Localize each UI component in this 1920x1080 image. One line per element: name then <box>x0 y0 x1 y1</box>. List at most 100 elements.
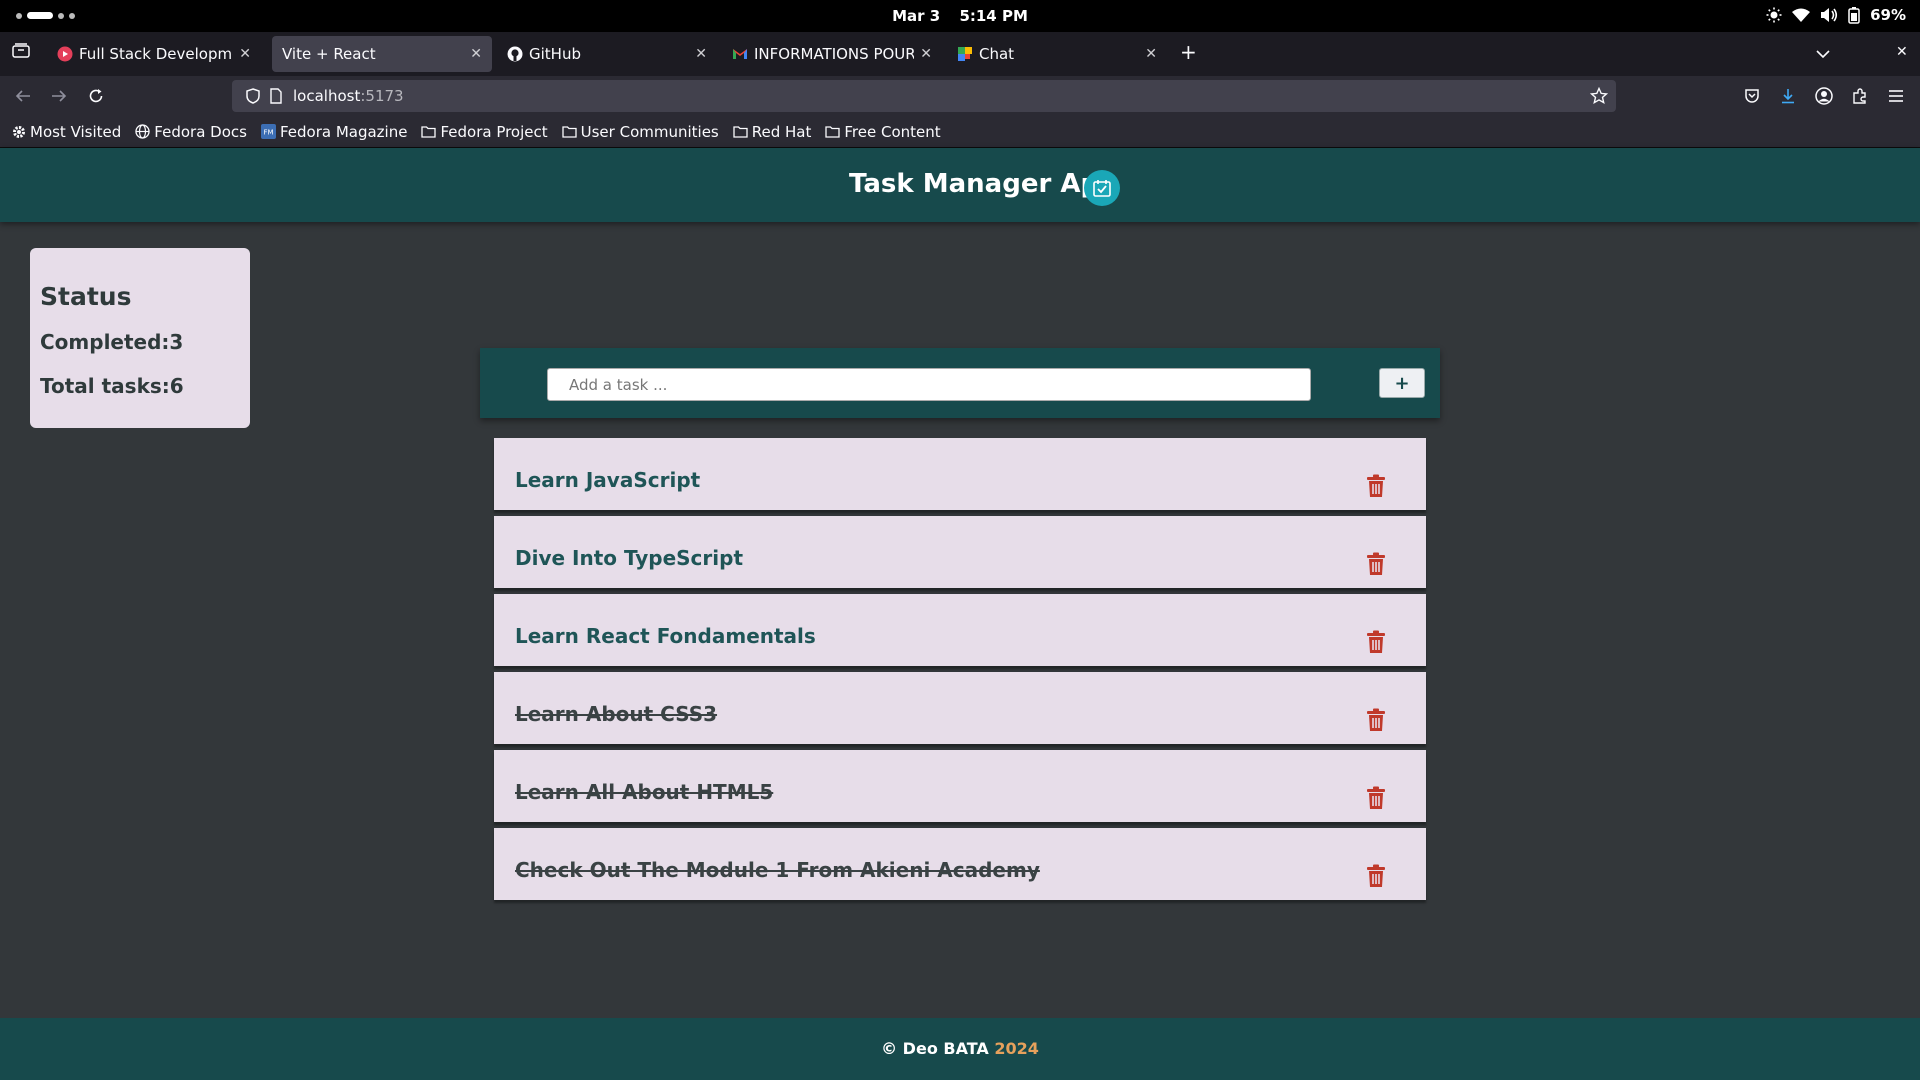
close-tab-icon[interactable]: ✕ <box>1145 46 1157 62</box>
close-tab-icon[interactable]: ✕ <box>695 46 707 62</box>
gmail-favicon-icon <box>732 46 748 62</box>
hamburger-menu-icon[interactable] <box>1885 85 1907 107</box>
close-window-icon[interactable]: ✕ <box>1896 44 1908 60</box>
bookmark-most-visited[interactable]: Most Visited <box>12 123 121 141</box>
bookmark-star-icon[interactable] <box>1589 86 1609 109</box>
footer-copyright: © Deo BATA <box>881 1039 989 1058</box>
wifi-icon <box>1792 8 1811 23</box>
browser-tab-strip: Full Stack Development S ✕ Vite + React … <box>0 32 1920 76</box>
folder-icon <box>561 125 577 138</box>
add-task-bar: + <box>480 348 1440 418</box>
task-item[interactable]: Dive Into TypeScript <box>494 516 1426 588</box>
github-favicon-icon <box>507 46 523 62</box>
task-text[interactable]: Learn JavaScript <box>515 468 700 492</box>
delete-trash-icon[interactable] <box>1366 708 1386 732</box>
app-title: Task Manager App <box>849 169 1118 199</box>
extensions-icon[interactable] <box>1849 85 1871 107</box>
bookmark-fedora-project[interactable]: Fedora Project <box>421 122 548 141</box>
bookmark-user-communities[interactable]: User Communities <box>561 123 719 141</box>
task-item[interactable]: Learn React Fondamentals <box>494 594 1426 666</box>
delete-trash-icon[interactable] <box>1366 552 1386 576</box>
tab-vite-react[interactable]: Vite + React ✕ <box>272 36 492 72</box>
battery-icon <box>1848 6 1860 24</box>
folder-icon <box>421 125 437 138</box>
task-text[interactable]: Check Out The Module 1 From Akieni Acade… <box>515 858 1040 882</box>
tab-github[interactable]: GitHub ✕ <box>497 36 717 72</box>
task-text[interactable]: Learn React Fondamentals <box>515 624 816 648</box>
url-bar[interactable]: localhost:5173 <box>232 80 1616 112</box>
task-text[interactable]: Learn All About HTML5 <box>515 780 773 804</box>
task-text[interactable]: Learn About CSS3 <box>515 702 717 726</box>
close-tab-icon[interactable]: ✕ <box>920 46 932 62</box>
close-tab-icon[interactable]: ✕ <box>239 46 251 62</box>
tab-label: Chat <box>979 45 1015 63</box>
task-item[interactable]: Learn JavaScript <box>494 438 1426 510</box>
app-footer: © Deo BATA 2024 <box>0 1018 1920 1080</box>
tab-label: INFORMATIONS POUR LE <box>754 45 915 63</box>
page-info-icon[interactable] <box>270 88 282 108</box>
back-arrow-icon[interactable] <box>12 85 34 107</box>
add-task-input[interactable] <box>547 368 1311 401</box>
completed-count: Completed:3 <box>40 330 184 354</box>
google-chat-favicon-icon <box>957 46 973 62</box>
youtube-favicon-icon <box>57 46 73 62</box>
clock[interactable]: Mar 3 5:14 PM <box>0 7 1920 25</box>
close-tab-icon[interactable]: ✕ <box>470 46 482 62</box>
new-tab-plus-icon[interactable]: + <box>1180 40 1197 64</box>
tab-label: Vite + React <box>282 45 376 63</box>
url-host: localhost <box>293 87 361 105</box>
bookmark-fedora-docs[interactable]: Fedora Docs <box>135 123 247 141</box>
bookmark-fedora-magazine[interactable]: FM Fedora Magazine <box>260 122 408 141</box>
url-text: localhost:5173 <box>293 87 404 105</box>
bookmark-label: Most Visited <box>30 122 122 141</box>
add-task-button[interactable]: + <box>1379 368 1425 398</box>
fm-icon: FM <box>260 124 276 139</box>
delete-trash-icon[interactable] <box>1366 630 1386 654</box>
clock-time: 5:14 PM <box>959 7 1028 25</box>
gear-icon <box>12 125 26 139</box>
tab-chat[interactable]: Chat ✕ <box>947 36 1167 72</box>
footer-year: 2024 <box>994 1039 1039 1058</box>
account-icon[interactable] <box>1813 85 1835 107</box>
tab-label: Full Stack Development S <box>79 45 233 63</box>
url-port: :5173 <box>360 87 404 105</box>
bookmark-label: Fedora Magazine <box>279 122 408 141</box>
shield-icon[interactable] <box>246 88 260 108</box>
task-item-completed[interactable]: Check Out The Module 1 From Akieni Acade… <box>494 828 1426 900</box>
forward-arrow-icon[interactable] <box>48 85 70 107</box>
task-item-completed[interactable]: Learn All About HTML5 <box>494 750 1426 822</box>
status-card: Status Completed:3 Total tasks:6 <box>30 248 250 428</box>
reload-icon[interactable] <box>85 85 107 107</box>
status-title: Status <box>40 282 132 311</box>
app-header: Task Manager App <box>0 148 1920 222</box>
brightness-icon <box>1766 7 1782 23</box>
browser-navigation-bar: localhost:5173 <box>0 76 1920 116</box>
bookmark-label: Fedora Docs <box>154 122 247 141</box>
task-text[interactable]: Dive Into TypeScript <box>515 546 743 570</box>
pocket-icon[interactable] <box>1741 85 1763 107</box>
delete-trash-icon[interactable] <box>1366 786 1386 810</box>
bookmark-label: Red Hat <box>751 122 812 141</box>
volume-icon <box>1820 7 1838 23</box>
svg-text:FM: FM <box>263 129 273 137</box>
tab-label: GitHub <box>529 45 581 63</box>
folder-icon <box>825 125 841 138</box>
bookmark-free-content[interactable]: Free Content <box>825 122 941 141</box>
bookmark-label: Fedora Project <box>440 122 548 141</box>
total-tasks-count: Total tasks:6 <box>40 374 184 398</box>
folder-icon <box>733 125 748 138</box>
bookmark-red-hat[interactable]: Red Hat <box>733 122 812 141</box>
bookmark-label: Free Content <box>844 122 941 141</box>
tab-gmail-informations[interactable]: INFORMATIONS POUR LE ✕ <box>722 36 942 72</box>
delete-trash-icon[interactable] <box>1366 864 1386 888</box>
system-top-bar: Mar 3 5:14 PM 69% <box>0 0 1920 32</box>
calendar-check-icon <box>1084 170 1120 206</box>
task-item-completed[interactable]: Learn About CSS3 <box>494 672 1426 744</box>
delete-trash-icon[interactable] <box>1366 474 1386 498</box>
downloads-icon[interactable] <box>1777 85 1799 107</box>
battery-percentage: 69% <box>1870 6 1906 24</box>
system-tray[interactable]: 69% <box>1766 6 1906 24</box>
list-all-tabs-chevron-icon[interactable] <box>1816 44 1830 63</box>
firefox-view-icon[interactable] <box>12 42 30 64</box>
tab-full-stack-development[interactable]: Full Stack Development S ✕ <box>47 36 261 72</box>
